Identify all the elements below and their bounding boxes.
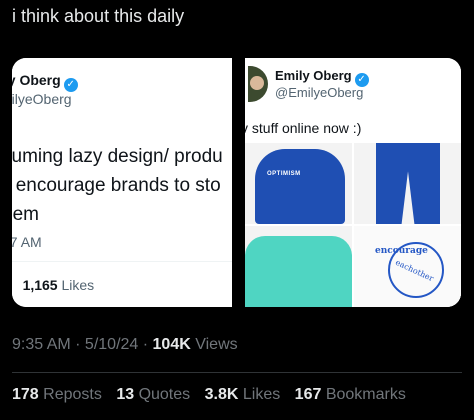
post-caption: i think about this daily [12, 6, 185, 26]
likes-label: Likes [242, 386, 281, 403]
badge-text: encourage [375, 246, 428, 256]
likes-stat[interactable]: 3.8K Likes [205, 386, 281, 403]
post-media[interactable]: ily Oberg✓ milyeOberg suming lazy design… [12, 58, 461, 307]
product-image-pants [354, 143, 461, 224]
divider [12, 372, 462, 373]
views-label: Views [195, 336, 238, 353]
author-name-text: ily Oberg [12, 72, 61, 88]
hoodie-print: OPTIMISM [267, 171, 301, 177]
screenshot-right-tweet: Emily Oberg ✓ @EmilyeOberg v stuff online… [245, 58, 461, 307]
views-count: 104K [152, 336, 191, 353]
tweet-text-line: suming lazy design/ produ [12, 146, 223, 167]
quotes-stat[interactable]: 13 Quotes [116, 386, 190, 403]
post-meta: 9:35 AM · 5/10/24 · 104K Views [12, 336, 238, 353]
reposts-label: Reposts [43, 386, 102, 403]
likes-count: 3.8K [204, 386, 239, 403]
author-handle: milyeOberg [12, 91, 72, 107]
reposts-count: 178 [12, 386, 39, 403]
tweet-text-line: hem [12, 204, 39, 225]
quotes-count: 13 [116, 386, 135, 403]
product-image-hoodie: OPTIMISM [245, 143, 352, 224]
post-date[interactable]: 5/10/24 [85, 336, 138, 353]
likes-count: 1,165 [22, 277, 58, 293]
avatar [248, 66, 268, 102]
post-time[interactable]: 9:35 AM [12, 336, 71, 353]
bookmarks-count: 167 [294, 386, 322, 403]
crewneck-shape [245, 236, 352, 307]
hoodie-shape [255, 149, 345, 224]
tweet-text: suming lazy design/ produ ll encourage b… [12, 142, 223, 229]
tweet-stats: ts 1,165 Likes [12, 277, 95, 293]
product-image-white-shirt: encourage eachother [354, 226, 461, 307]
bookmarks-stat[interactable]: 167 Bookmarks [295, 386, 406, 403]
likes-label: Likes [61, 277, 95, 293]
product-image-grid: OPTIMISM encourage eachother [245, 143, 461, 307]
author-name: ily Oberg✓ [12, 72, 78, 92]
reposts-stat[interactable]: 178 Reposts [12, 386, 102, 403]
divider [12, 261, 232, 262]
tweet-text-line: ll encourage brands to sto [12, 175, 221, 196]
pants-shape [376, 143, 440, 224]
verified-badge-icon: ✓ [63, 78, 78, 92]
quotes-label: Quotes [138, 386, 191, 403]
author-name-text: Emily Oberg [275, 68, 352, 83]
screenshot-left-tweet: ily Oberg✓ milyeOberg suming lazy design… [12, 58, 232, 307]
tweet-text: v stuff online now :) [245, 120, 362, 136]
author-handle: @EmilyeOberg [275, 85, 364, 100]
product-image-crewneck [245, 226, 352, 307]
media-divider [232, 58, 245, 307]
bookmarks-label: Bookmarks [325, 386, 406, 403]
tweet-timestamp: 57 AM [12, 234, 42, 250]
engagement-stats: 178 Reposts 13 Quotes 3.8K Likes 167 Boo… [12, 386, 416, 404]
